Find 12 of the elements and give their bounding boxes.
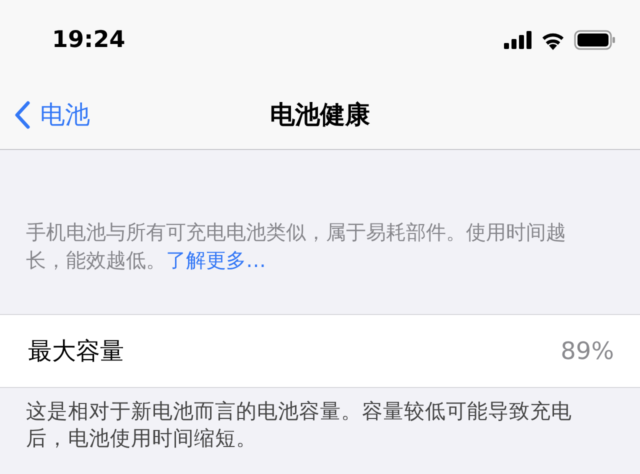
chevron-left-icon (14, 100, 30, 128)
capacity-description: 这是相对于新电池而言的电池容量。容量较低可能导致充电后，电池使用时间缩短。 (26, 398, 573, 452)
capacity-label: 最大容量 (28, 336, 124, 367)
status-time: 19:24 (52, 27, 126, 53)
learn-more-link[interactable]: 了解更多… (166, 248, 266, 272)
page-title: 电池健康 (270, 99, 370, 131)
back-button[interactable]: 电池 (0, 98, 90, 131)
capacity-value: 89% (560, 337, 614, 365)
signal-icon (504, 31, 532, 49)
wifi-icon (540, 30, 566, 50)
battery-icon (574, 30, 616, 50)
battery-description: 手机电池与所有可充电电池类似，属于易耗部件。使用时间越长，能效越低。了解更多… (26, 219, 567, 274)
